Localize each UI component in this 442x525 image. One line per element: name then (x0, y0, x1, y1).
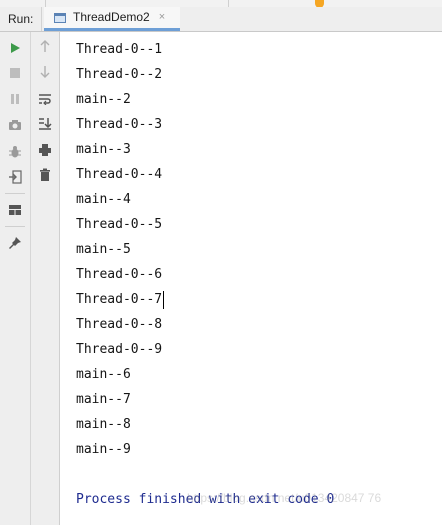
stop-icon[interactable] (4, 63, 26, 83)
console-line: Thread-0--6 (76, 267, 163, 282)
run-label: Run: (0, 7, 42, 31)
rerun-icon[interactable] (4, 38, 26, 58)
pause-icon[interactable] (4, 89, 26, 109)
debug-icon[interactable] (4, 142, 26, 162)
trash-icon[interactable] (34, 165, 56, 185)
tool-window-header: Run: ThreadDemo2 × (0, 7, 442, 32)
exit-icon[interactable] (4, 167, 26, 187)
toolbar-divider (5, 193, 25, 194)
soft-wrap-icon[interactable] (34, 89, 56, 109)
console-line: main--8 (76, 417, 131, 432)
console-line: main--3 (76, 142, 131, 157)
camera-icon[interactable] (4, 115, 26, 135)
console-line: main--9 (76, 442, 131, 457)
console-line: main--5 (76, 242, 131, 257)
text-caret (163, 290, 165, 309)
console-line: main--4 (76, 192, 131, 207)
console-line: Thread-0--4 (76, 167, 163, 182)
console-line: Thread-0--2 (76, 67, 163, 82)
console-line: Thread-0--3 (76, 117, 163, 132)
toolbar-divider (5, 226, 25, 227)
console-line: main--6 (76, 367, 131, 382)
run-toolbar-right (31, 32, 60, 525)
console-line: main--2 (76, 92, 131, 107)
tab-title: ThreadDemo2 (73, 10, 150, 24)
strip-divider (228, 0, 229, 7)
pin-icon[interactable] (4, 233, 26, 253)
run-toolbar-left (0, 32, 31, 525)
console-line: Thread-0--1 (76, 42, 163, 57)
scroll-to-end-icon[interactable] (34, 114, 56, 134)
close-icon[interactable]: × (159, 7, 165, 28)
layout-icon[interactable] (4, 200, 26, 220)
top-strip (0, 0, 442, 12)
console-line: Thread-0--9 (76, 342, 163, 357)
console-line-text: Thread-0--7 (76, 292, 163, 307)
down-arrow-icon[interactable] (34, 62, 56, 82)
tab-threaddemo2[interactable]: ThreadDemo2 × (44, 7, 180, 31)
up-arrow-icon[interactable] (34, 36, 56, 56)
run-config-icon (54, 12, 66, 23)
watermark: https://blog.csdn.net/u013420847 76 (187, 491, 382, 505)
print-icon[interactable] (34, 140, 56, 160)
console-line-with-caret: Thread-0--7 (76, 290, 165, 310)
console-line: Thread-0--8 (76, 317, 163, 332)
console-line: main--7 (76, 392, 131, 407)
strip-divider (45, 0, 46, 7)
console-output[interactable]: Thread-0--1 Thread-0--2 main--2 Thread-0… (60, 32, 442, 525)
console-line: Thread-0--5 (76, 217, 163, 232)
